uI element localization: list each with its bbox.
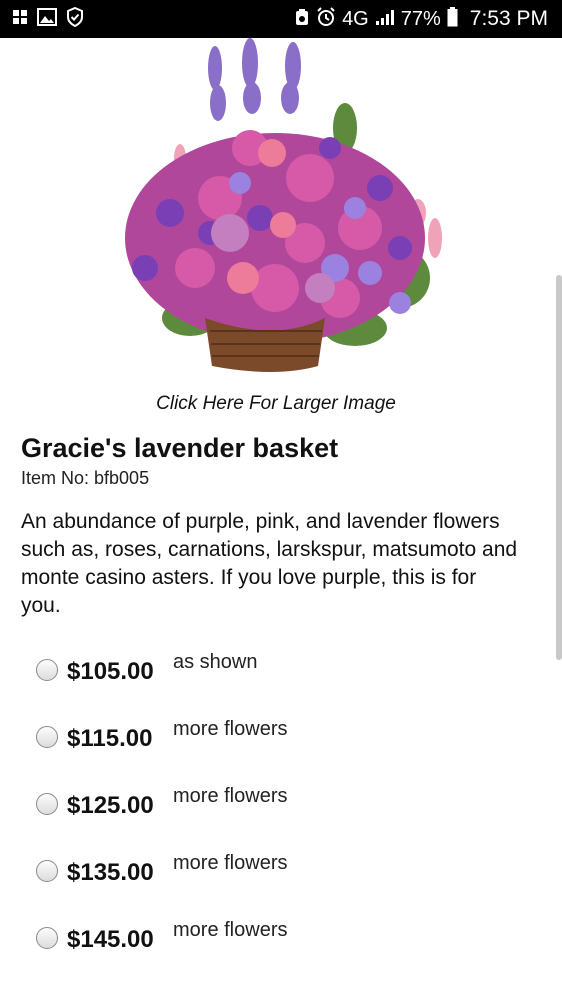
option-price: $125.00: [67, 792, 154, 819]
status-right-icons: 4G 77% 7:53 PM: [294, 6, 548, 32]
shield-check-icon: [66, 6, 84, 32]
price-radio-button[interactable]: [36, 793, 58, 815]
price-option[interactable]: $125.00 more flowers: [36, 782, 516, 822]
option-price: $135.00: [67, 859, 154, 886]
signal-icon: [375, 8, 395, 31]
product-title: Gracie's lavender basket: [21, 433, 339, 463]
price-radio-button[interactable]: [36, 726, 58, 748]
option-label: more flowers: [173, 919, 288, 941]
gallery-icon: [37, 7, 57, 31]
price-radio-button[interactable]: [36, 659, 58, 681]
option-label: more flowers: [173, 852, 288, 874]
option-label: more flowers: [173, 785, 288, 807]
option-price: $105.00: [67, 658, 154, 685]
price-option[interactable]: $115.00 more flowers: [36, 715, 516, 755]
price-radio-button[interactable]: [36, 860, 58, 882]
price-option[interactable]: $145.00 more flowers: [36, 916, 516, 956]
item-number: Item No: bfb005: [21, 468, 150, 488]
price-option[interactable]: $135.00 more flowers: [36, 849, 516, 889]
status-bar: 4G 77% 7:53 PM: [0, 0, 562, 38]
clock: 7:53 PM: [469, 7, 548, 30]
product-description: An abundance of purple, pink, and lavend…: [21, 510, 518, 617]
battery-percent: 77%: [400, 7, 441, 30]
scrollbar[interactable]: [556, 275, 562, 660]
alarm-icon: [316, 6, 336, 32]
price-option[interactable]: $105.00 as shown: [36, 648, 516, 688]
status-left-icons: [12, 6, 84, 32]
option-price: $115.00: [67, 725, 153, 752]
option-label: more flowers: [173, 718, 288, 740]
price-radio-button[interactable]: [36, 927, 58, 949]
option-price: $145.00: [67, 926, 154, 953]
product-image[interactable]: [100, 38, 450, 380]
apps-grid-icon: [12, 9, 28, 30]
battery-icon: [447, 6, 458, 32]
network-type: 4G: [342, 7, 369, 30]
option-label: as shown: [173, 651, 258, 673]
larger-image-link[interactable]: Click Here For Larger Image: [0, 393, 552, 415]
data-saver-icon: [294, 8, 310, 31]
